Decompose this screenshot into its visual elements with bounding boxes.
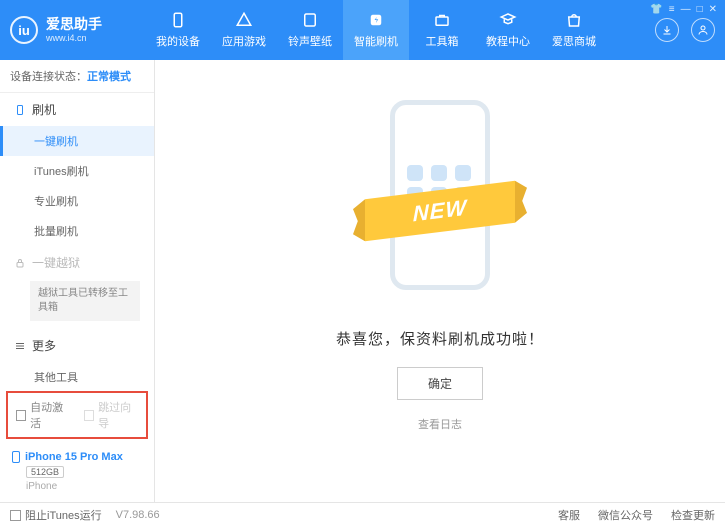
sidebar-item-other[interactable]: 其他工具 — [0, 362, 154, 385]
maximize-button[interactable]: □ — [697, 4, 703, 15]
more-icon — [14, 340, 26, 352]
logo-area: iu 爱思助手 www.i4.cn — [10, 16, 145, 44]
auto-activate-checkbox[interactable]: 自动激活 — [16, 399, 70, 431]
options-row: 自动激活 跳过向导 — [6, 391, 148, 439]
connection-status: 设备连接状态：正常模式 — [0, 60, 154, 93]
download-button[interactable] — [655, 18, 679, 42]
sidebar-item-pro[interactable]: 专业刷机 — [0, 186, 154, 216]
tab-apps[interactable]: 应用游戏 — [211, 0, 277, 60]
download-icon — [661, 24, 673, 36]
phone-icon — [14, 104, 26, 116]
device-type: iPhone — [26, 481, 142, 492]
device-storage: 512GB — [26, 466, 64, 478]
wechat-link[interactable]: 微信公众号 — [598, 507, 653, 523]
update-link[interactable]: 检查更新 — [671, 507, 715, 523]
user-icon — [697, 24, 709, 36]
app-url: www.i4.cn — [46, 33, 102, 44]
skin-button[interactable]: 👕 — [650, 4, 662, 15]
jailbreak-note: 越狱工具已转移至工具箱 — [30, 281, 140, 321]
nav-tabs: 我的设备 应用游戏 铃声壁纸 智能刷机 工具箱 教程中心 爱思商城 — [145, 0, 607, 60]
view-log-link[interactable]: 查看日志 — [418, 416, 462, 432]
sidebar-group-more[interactable]: 更多 — [0, 329, 154, 362]
tab-tutorials[interactable]: 教程中心 — [475, 0, 541, 60]
ok-button[interactable]: 确定 — [397, 367, 483, 400]
device-phone-icon — [12, 451, 20, 463]
logo-icon: iu — [10, 16, 38, 44]
device-icon — [169, 11, 187, 29]
block-itunes-checkbox[interactable]: 阻止iTunes运行 — [10, 507, 102, 523]
close-button[interactable]: ✕ — [709, 4, 717, 15]
user-button[interactable] — [691, 18, 715, 42]
version-label: V7.98.66 — [116, 509, 160, 521]
ringtone-icon — [301, 11, 319, 29]
sidebar: 设备连接状态：正常模式 刷机 一键刷机 iTunes刷机 专业刷机 批量刷机 一… — [0, 60, 155, 502]
footer: 阻止iTunes运行 V7.98.66 客服 微信公众号 检查更新 — [0, 502, 725, 527]
sidebar-group-flash[interactable]: 刷机 — [0, 93, 154, 126]
success-message: 恭喜您，保资料刷机成功啦！ — [336, 328, 544, 349]
tab-toolbox[interactable]: 工具箱 — [409, 0, 475, 60]
tab-ringtones[interactable]: 铃声壁纸 — [277, 0, 343, 60]
sidebar-group-jailbreak: 一键越狱 — [0, 246, 154, 279]
window-controls: 👕 ≡ — □ ✕ — [650, 4, 717, 15]
ribbon-text: NEW — [413, 195, 467, 228]
skip-guide-checkbox: 跳过向导 — [84, 399, 138, 431]
main-content: NEW 恭喜您，保资料刷机成功啦！ 确定 查看日志 — [155, 60, 725, 502]
sidebar-item-batch[interactable]: 批量刷机 — [0, 216, 154, 246]
sidebar-item-itunes[interactable]: iTunes刷机 — [0, 156, 154, 186]
tab-my-device[interactable]: 我的设备 — [145, 0, 211, 60]
toolbox-icon — [433, 11, 451, 29]
sidebar-item-oneclick[interactable]: 一键刷机 — [0, 126, 154, 156]
flash-icon — [367, 11, 385, 29]
success-illustration: NEW — [375, 90, 505, 310]
tab-store[interactable]: 爱思商城 — [541, 0, 607, 60]
app-name: 爱思助手 — [46, 16, 102, 33]
tab-flash[interactable]: 智能刷机 — [343, 0, 409, 60]
support-link[interactable]: 客服 — [558, 507, 580, 523]
tutorial-icon — [499, 11, 517, 29]
device-info: iPhone 15 Pro Max 512GB iPhone — [0, 445, 154, 502]
lock-icon — [14, 257, 26, 269]
store-icon — [565, 11, 583, 29]
minimize-button[interactable]: — — [681, 4, 691, 15]
apps-icon — [235, 11, 253, 29]
header: iu 爱思助手 www.i4.cn 我的设备 应用游戏 铃声壁纸 智能刷机 工具… — [0, 0, 725, 60]
menu-button[interactable]: ≡ — [669, 4, 675, 15]
device-name[interactable]: iPhone 15 Pro Max — [12, 451, 142, 463]
